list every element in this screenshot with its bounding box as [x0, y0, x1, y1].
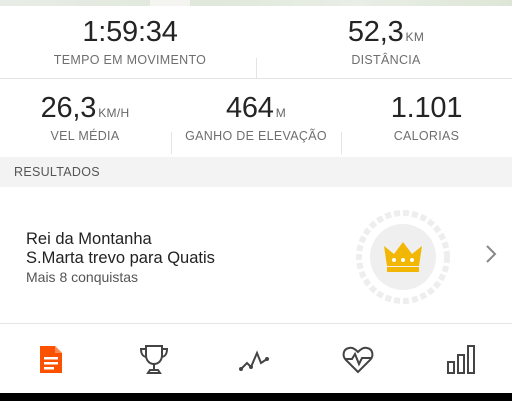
- avg-speed-value: 26,3 KM/H: [40, 92, 130, 124]
- bar-chart-icon[interactable]: [444, 342, 478, 376]
- heart-rate-icon[interactable]: [341, 342, 375, 376]
- calories-value: 1.101: [390, 92, 463, 124]
- crown-icon: [356, 210, 450, 304]
- distance-value: 52,3 KM: [347, 16, 425, 48]
- achievement-row[interactable]: Rei da Montanha S.Marta trevo para Quati…: [0, 187, 512, 323]
- results-title: RESULTADOS: [14, 165, 100, 179]
- stat-moving-time: 1:59:34 TEMPO EM MOVIMENTO: [30, 16, 230, 68]
- distance-unit: KM: [405, 30, 425, 44]
- trophy-icon[interactable]: [137, 342, 171, 376]
- bottom-tab-bar: [0, 323, 512, 394]
- stat-elevation-gain: 464 M GANHO DE ELEVAÇÃO: [171, 92, 341, 144]
- divider: [0, 78, 512, 79]
- calories-label: CALORIAS: [393, 129, 460, 143]
- map-road: [150, 0, 190, 6]
- elevation-gain-value: 464 M: [225, 92, 287, 124]
- avg-speed-unit: KM/H: [98, 106, 130, 120]
- document-icon[interactable]: [34, 342, 68, 376]
- elevation-gain-unit: M: [275, 106, 287, 120]
- divider: [256, 58, 257, 78]
- achievement-segment: S.Marta trevo para Quatis: [26, 249, 215, 267]
- elevation-gain-label: GANHO DE ELEVAÇÃO: [185, 129, 327, 143]
- analysis-icon[interactable]: [238, 342, 272, 376]
- results-section-header: RESULTADOS: [0, 157, 512, 187]
- achievement-more: Mais 8 conquistas: [26, 269, 139, 285]
- stat-calories: 1.101 CALORIAS: [341, 92, 512, 144]
- stat-avg-speed: 26,3 KM/H VEL MÉDIA: [0, 92, 170, 144]
- moving-time-label: TEMPO EM MOVIMENTO: [53, 53, 207, 67]
- avg-speed-label: VEL MÉDIA: [50, 129, 120, 143]
- distance-label: DISTÂNCIA: [351, 53, 421, 67]
- map-preview-edge[interactable]: [0, 0, 512, 6]
- moving-time-value: 1:59:34: [82, 16, 178, 48]
- chevron-right-icon[interactable]: [484, 243, 498, 265]
- stat-distance: 52,3 KM DISTÂNCIA: [286, 16, 486, 68]
- system-nav-bar: [0, 393, 512, 401]
- achievement-title: Rei da Montanha: [26, 230, 152, 248]
